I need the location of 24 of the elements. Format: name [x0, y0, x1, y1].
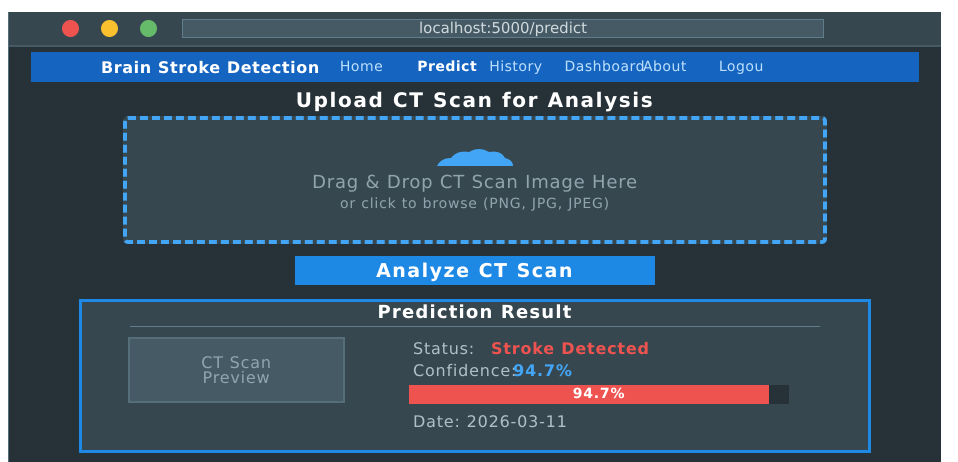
minimize-dot[interactable]	[101, 20, 118, 37]
nav-link[interactable]: Predict	[417, 59, 478, 75]
nav-link[interactable]: History	[489, 59, 542, 75]
date-label: Date:	[413, 412, 461, 430]
nav-link[interactable]: Logou	[718, 59, 764, 75]
date-value: 2026-03-11	[466, 412, 568, 430]
status-value: Stroke Detected	[490, 338, 650, 358]
bar-value: 94.7%	[572, 385, 626, 404]
nav-link[interactable]: Dashboard	[564, 59, 645, 75]
maximize-dot[interactable]	[140, 20, 157, 37]
brand-title: Brain Stroke Detection	[101, 58, 320, 76]
nav-link[interactable]: Home	[340, 59, 384, 75]
nav-link[interactable]: About	[642, 59, 687, 75]
page-heading: Upload CT Scan for Analysis	[296, 88, 654, 112]
address-bar[interactable]: localhost:5000/predict	[182, 19, 824, 38]
analyze-button[interactable]: Analyze CT Scan	[295, 256, 655, 285]
scan-preview: CT Scan Preview	[128, 337, 345, 403]
drop-text: Drag & Drop CT Scan Image Here	[312, 172, 638, 193]
browse-hint: or click to browse (PNG, JPG, JPEG)	[340, 196, 610, 212]
result-title: Prediction Result	[376, 302, 574, 324]
close-dot[interactable]	[62, 20, 79, 37]
status-label: Status:	[413, 338, 475, 358]
cloud-icon	[435, 146, 515, 166]
drop-zone[interactable]: Drag & Drop CT Scan Image Here or click to browse (PNG, JPG, JPEG)	[123, 116, 827, 244]
